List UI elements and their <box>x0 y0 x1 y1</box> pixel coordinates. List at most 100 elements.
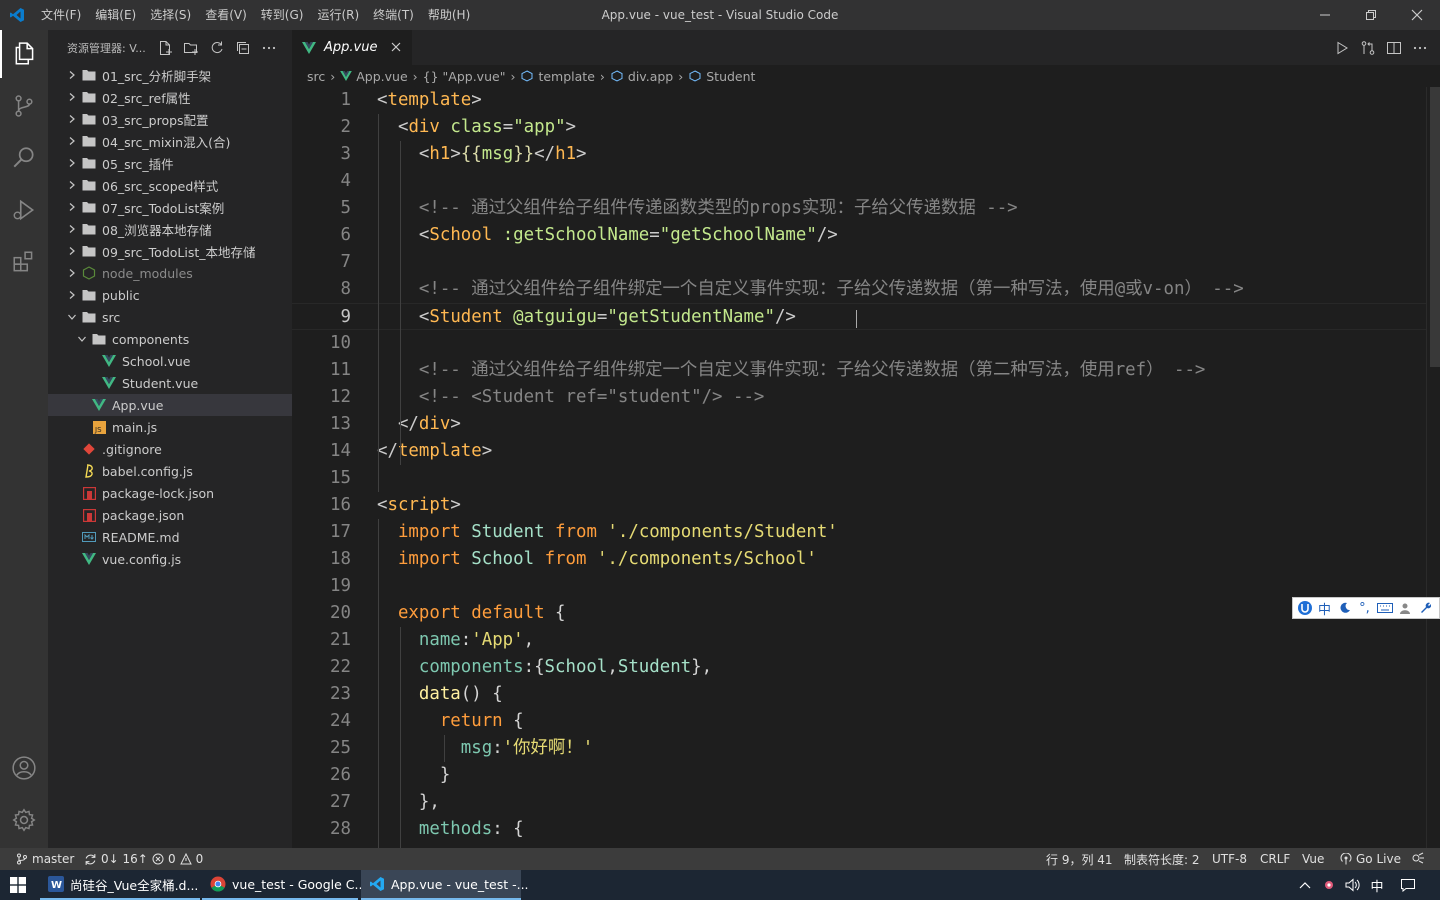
ime-language[interactable]: 中 <box>1316 599 1333 618</box>
tree-item[interactable]: Student.vue <box>48 372 292 394</box>
settings-gear-icon[interactable] <box>0 796 48 844</box>
scrollbar-thumb[interactable] <box>1430 87 1440 367</box>
menu-view[interactable]: 查看(V) <box>198 0 254 30</box>
menu-help[interactable]: 帮助(H) <box>421 0 477 30</box>
tab-close-icon[interactable] <box>388 39 404 55</box>
run-debug-icon[interactable] <box>0 186 48 234</box>
vue-file-icon <box>100 353 118 369</box>
folder-icon <box>80 89 98 105</box>
tree-item[interactable]: components <box>48 328 292 350</box>
ime-moon-icon[interactable] <box>1336 599 1353 617</box>
restore-icon[interactable] <box>1348 0 1394 30</box>
menu-file[interactable]: 文件(F) <box>34 0 88 30</box>
windows-start-icon[interactable] <box>0 870 36 900</box>
menu-go[interactable]: 转到(G) <box>254 0 311 30</box>
tree-item[interactable]: package-lock.json <box>48 482 292 504</box>
tree-item-label: node_modules <box>102 265 193 281</box>
taskbar-chrome[interactable]: vue_test - Google C... <box>202 870 366 900</box>
tree-item[interactable]: 05_src_插件 <box>48 152 292 174</box>
breadcrumb-template[interactable]: template <box>538 69 594 84</box>
chevron-right-icon <box>64 180 80 190</box>
breadcrumb-div[interactable]: div.app <box>628 69 673 84</box>
ime-user-icon[interactable] <box>1396 599 1413 617</box>
go-live-label: Go Live <box>1356 852 1401 866</box>
code-editor[interactable]: 1 <template> 2 <div class="app"> 3 <h1>{{ms… <box>292 87 1440 848</box>
tree-item[interactable]: 01_src_分析脚手架 <box>48 64 292 86</box>
tree-item[interactable]: vue.config.js <box>48 548 292 570</box>
taskbar-vscode[interactable]: App.vue - vue_test -... <box>361 870 529 900</box>
tray-ime-language[interactable]: 中 <box>1366 870 1388 900</box>
tree-item[interactable]: 04_src_mixin混入(合) <box>48 130 292 152</box>
tree-item[interactable]: 02_src_ref属性 <box>48 86 292 108</box>
close-icon[interactable] <box>1394 0 1440 30</box>
account-icon[interactable] <box>0 744 48 792</box>
search-icon[interactable] <box>0 134 48 182</box>
tree-item[interactable]: README.md <box>48 526 292 548</box>
refresh-icon[interactable] <box>208 39 226 57</box>
ime-keyboard-icon[interactable] <box>1376 599 1393 617</box>
tree-item[interactable]: App.vue <box>48 394 292 416</box>
tray-chevron-up-icon[interactable] <box>1294 870 1316 900</box>
ime-wrench-icon[interactable] <box>1416 599 1433 617</box>
split-editor-icon[interactable] <box>1386 40 1402 56</box>
tree-item[interactable]: src <box>48 306 292 328</box>
collapse-all-icon[interactable] <box>234 39 252 57</box>
feedback-icon[interactable] <box>1411 848 1429 870</box>
open-changes-icon[interactable] <box>1360 40 1376 56</box>
code-token: = <box>596 307 608 327</box>
status-bar: master 0↓ 16↑ 0 0 行 9，列 41 制表符长度: 2 UTF-… <box>0 848 1440 870</box>
go-live-button[interactable]: Go Live <box>1340 848 1401 870</box>
tree-item[interactable]: School.vue <box>48 350 292 372</box>
explorer-icon[interactable] <box>0 30 48 78</box>
cursor-position[interactable]: 行 9，列 41 <box>1046 848 1113 870</box>
editor-scrollbar[interactable] <box>1426 87 1440 848</box>
tree-item[interactable]: package.json <box>48 504 292 526</box>
tree-item[interactable]: 09_src_TodoList_本地存储 <box>48 240 292 262</box>
minimize-icon[interactable] <box>1302 0 1348 30</box>
taskbar-word[interactable]: W 尚硅谷_Vue全家桶.d... <box>40 870 200 900</box>
tab-app-vue[interactable]: App.vue <box>292 30 412 65</box>
tray-app-icon[interactable] <box>1318 870 1340 900</box>
new-file-icon[interactable] <box>156 39 174 57</box>
breadcrumb-src[interactable]: src <box>307 69 325 84</box>
breadcrumb-module[interactable]: {} "App.vue" <box>423 69 506 84</box>
tab-size[interactable]: 制表符长度: 2 <box>1124 848 1200 870</box>
extensions-icon[interactable] <box>0 238 48 286</box>
tree-item[interactable]: 03_src_props配置 <box>48 108 292 130</box>
more-actions-icon[interactable] <box>260 39 278 57</box>
tree-item[interactable]: JS main.js <box>48 416 292 438</box>
tree-item[interactable]: 08_浏览器本地存储 <box>48 218 292 240</box>
end-of-line[interactable]: CRLF <box>1260 848 1290 870</box>
editor-more-icon[interactable] <box>1412 40 1428 56</box>
code-text: } <box>377 762 450 789</box>
tree-item[interactable]: 07_src_TodoList案例 <box>48 196 292 218</box>
run-file-icon[interactable] <box>1334 40 1350 56</box>
breadcrumb-file[interactable]: App.vue <box>356 69 407 84</box>
new-folder-icon[interactable] <box>182 39 200 57</box>
volume-icon[interactable] <box>1342 870 1364 900</box>
notification-icon[interactable] <box>1396 870 1420 900</box>
menu-selection[interactable]: 选择(S) <box>143 0 198 30</box>
menu-edit[interactable]: 编辑(E) <box>88 0 143 30</box>
ime-logo-icon[interactable] <box>1296 599 1313 617</box>
code-line: 19 <box>292 573 1426 600</box>
tree-item[interactable]: .gitignore <box>48 438 292 460</box>
tree-item[interactable]: node_modules <box>48 262 292 284</box>
code-line: 23 data() { <box>292 681 1426 708</box>
sync-status[interactable]: 0↓ 16↑ <box>84 848 148 870</box>
breadcrumb-student[interactable]: Student <box>706 69 755 84</box>
tree-item[interactable]: babel.config.js <box>48 460 292 482</box>
source-control-icon[interactable] <box>0 82 48 130</box>
branch-status[interactable]: master <box>16 848 74 870</box>
language-mode[interactable]: Vue <box>1302 848 1324 870</box>
tree-item-label: Student.vue <box>122 375 199 391</box>
tree-item[interactable]: public <box>48 284 292 306</box>
menu-terminal[interactable]: 终端(T) <box>366 0 421 30</box>
symbol-icon <box>520 70 534 82</box>
problems-status[interactable]: 0 0 <box>152 848 203 870</box>
menu-run[interactable]: 运行(R) <box>310 0 366 30</box>
ime-punctuation-icon[interactable]: °, <box>1356 599 1373 617</box>
encoding[interactable]: UTF-8 <box>1212 848 1247 870</box>
tree-item[interactable]: 06_src_scoped样式 <box>48 174 292 196</box>
